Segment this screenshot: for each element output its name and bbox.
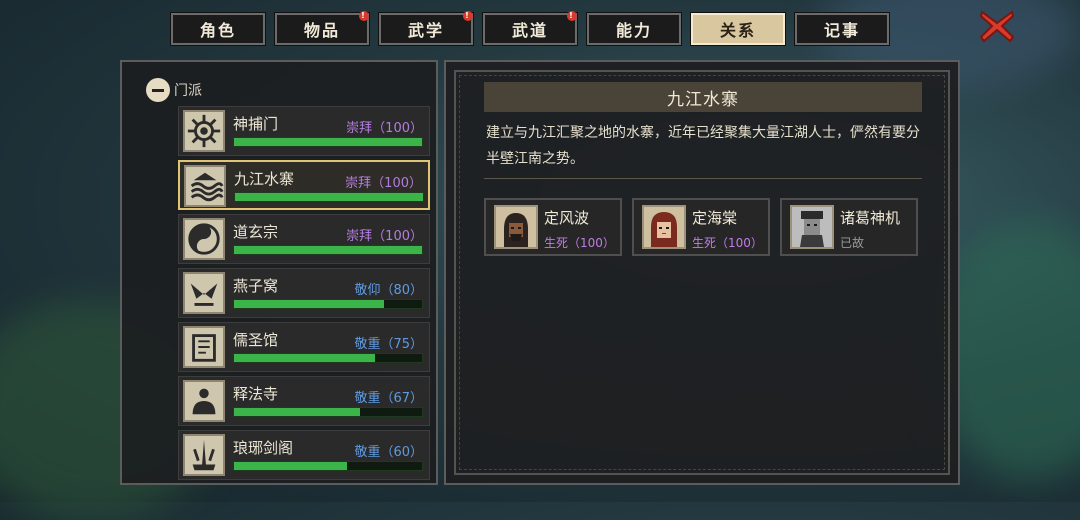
faction-row-shenbumen[interactable]: 神捕门 崇拜（100） [178,106,430,156]
npc-status: 已故 [840,236,865,250]
reputation-label: 崇拜（100） [345,176,422,191]
faction-name: 琅琊剑阁 [233,439,294,457]
tab-label: 武道 [511,21,548,40]
daoxuanzong-emblem-icon [183,218,225,260]
faction-detail-panel: 九江水寨 建立与九江汇聚之地的水寨，近年已经聚集大量江湖人士，俨然有要分半壁江南… [444,60,960,485]
reputation-bar [233,245,423,255]
rushengguan-emblem-icon [183,326,225,368]
faction-name: 九江水寨 [234,170,295,188]
jiujiang-emblem-icon [184,165,226,207]
reputation-bar [233,353,423,363]
faction-panel: 门派 神捕门 崇拜（100） 九江水寨 崇拜（100） 道玄宗 崇拜（100） … [120,60,438,485]
faction-name: 释法寺 [233,385,279,403]
tab-items[interactable]: 物品! [274,11,370,46]
notification-badge-icon: ! [567,11,577,21]
reputation-label: 敬重（75） [354,337,423,352]
npc-portrait-icon [790,205,834,249]
reputation-label: 敬仰（80） [354,283,423,298]
faction-section-header[interactable]: 门派 [146,78,202,102]
tab-label: 物品 [303,21,340,40]
reputation-label: 敬重（67） [354,391,423,406]
tab-abilities[interactable]: 能力 [586,12,682,46]
reputation-bar [233,461,423,471]
reputation-label: 崇拜（100） [346,121,423,136]
section-label: 门派 [174,83,202,99]
reputation-label: 崇拜（100） [346,229,423,244]
reputation-bar-fill [234,408,360,416]
npc-card-dingfengbo[interactable]: 定风波 生死（100） [484,198,622,256]
tab-label: 关系 [719,21,756,40]
npc-card-dinghaitang[interactable]: 定海棠 生死（100） [632,198,770,256]
faction-row-rushengguan[interactable]: 儒圣馆 敬重（75） [178,322,430,372]
npc-status: 生死（100） [544,236,615,250]
shenbumen-emblem-icon [183,110,225,152]
faction-row-yanziwo[interactable]: 燕子窝 敬仰（80） [178,268,430,318]
faction-row-langyajiange[interactable]: 琅琊剑阁 敬重（60） [178,430,430,480]
tab-journal[interactable]: 记事 [794,12,890,46]
tab-martial-arts[interactable]: 武学! [378,11,474,46]
reputation-label: 敬重（60） [354,445,423,460]
close-button[interactable] [977,8,1017,44]
divider [484,178,922,179]
langyajiange-emblem-icon [183,434,225,476]
faction-name: 儒圣馆 [233,331,279,349]
faction-row-daoxuanzong[interactable]: 道玄宗 崇拜（100） [178,214,430,264]
shifasi-emblem-icon [183,380,225,422]
tab-label: 记事 [823,21,860,40]
reputation-bar [233,299,423,309]
npc-name: 定风波 [544,209,590,227]
tab-martial-path[interactable]: 武道! [482,11,578,46]
reputation-bar-fill [234,138,422,146]
tab-bar: 角色 物品! 武学! 武道! 能力 关系 记事 [170,11,890,47]
close-icon [979,10,1015,43]
reputation-bar [234,192,424,202]
reputation-bar-fill [234,354,375,362]
npc-status: 生死（100） [692,236,763,250]
yanziwo-emblem-icon [183,272,225,314]
faction-row-jiujiang[interactable]: 九江水寨 崇拜（100） [178,160,430,210]
npc-name: 诸葛神机 [840,209,901,227]
notification-badge-icon: ! [359,11,369,21]
collapse-icon[interactable] [146,78,170,102]
tab-relations[interactable]: 关系 [690,12,786,46]
faction-row-shifasi[interactable]: 释法寺 敬重（67） [178,376,430,426]
reputation-bar-fill [235,193,423,201]
tab-character[interactable]: 角色 [170,12,266,46]
faction-name: 道玄宗 [233,223,279,241]
faction-detail-title: 九江水寨 [484,82,922,112]
notification-badge-icon: ! [463,11,473,21]
tab-label: 武学 [407,21,444,40]
faction-name: 神捕门 [233,115,279,133]
faction-description: 建立与九江汇聚之地的水寨，近年已经聚集大量江湖人士，俨然有要分半壁江南之势。 [486,125,920,167]
npc-portrait-icon [494,205,538,249]
npc-card-zhugeshenji[interactable]: 诸葛神机 已故 [780,198,918,256]
reputation-bar-fill [234,462,347,470]
reputation-bar-fill [234,246,422,254]
npc-portrait-icon [642,205,686,249]
npc-name: 定海棠 [692,209,738,227]
reputation-bar [233,407,423,417]
tab-label: 角色 [199,21,236,40]
faction-name: 燕子窝 [233,277,279,295]
tab-label: 能力 [615,21,652,40]
reputation-bar [233,137,423,147]
reputation-bar-fill [234,300,385,308]
